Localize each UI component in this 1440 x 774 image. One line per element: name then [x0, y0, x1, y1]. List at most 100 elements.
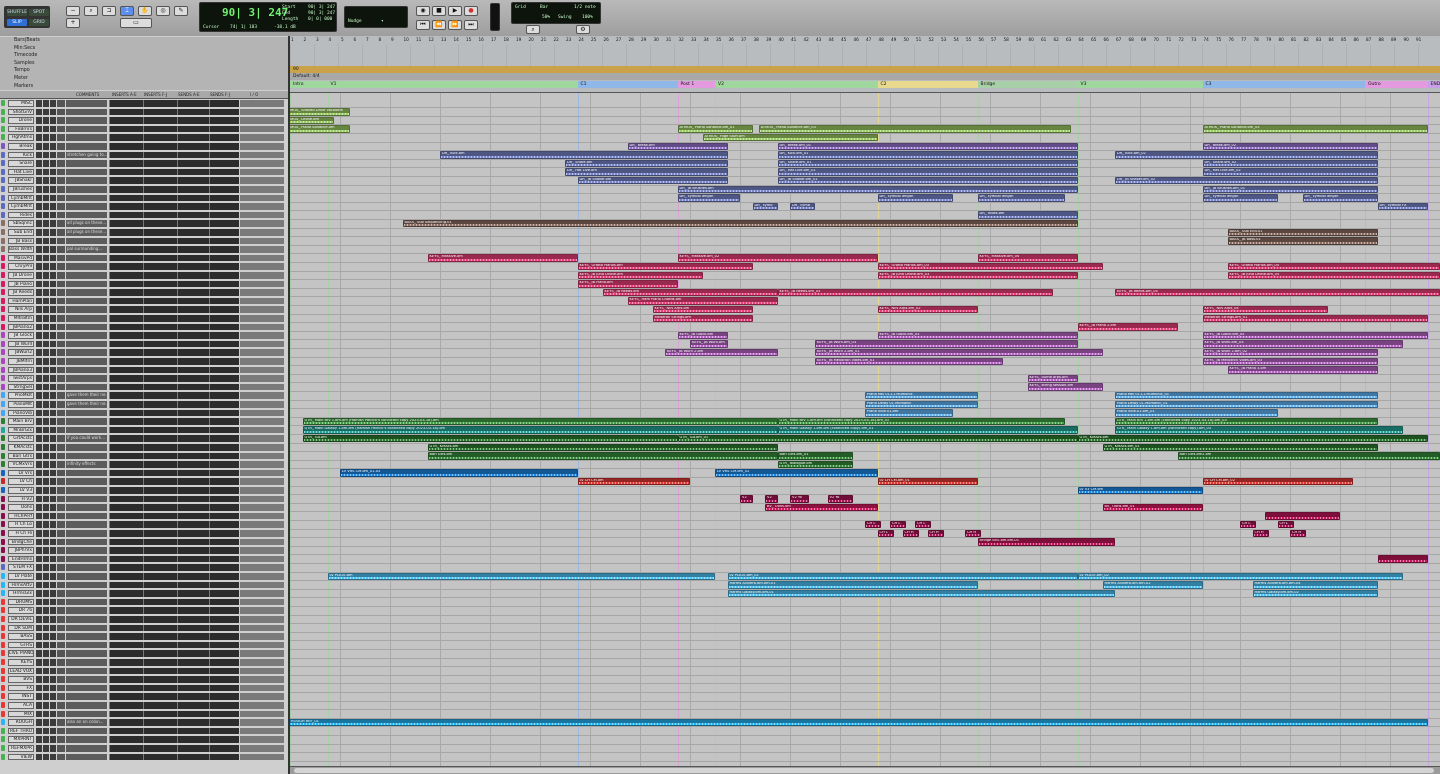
online-button[interactable]: ◉ [416, 6, 430, 16]
audio-clip[interactable]: Piano Vibe.01.om_01 [1115, 409, 1278, 417]
audio-clip[interactable]: Piano Vibe.01.om [865, 409, 953, 417]
audio-clip[interactable]: KEYS_ JB Reeds.om_05 [1115, 288, 1440, 297]
track-record-button[interactable] [36, 263, 42, 270]
track-header-row[interactable]: BASS [0, 632, 288, 641]
sends-a-e[interactable] [177, 504, 209, 511]
track-view-selector[interactable] [57, 573, 65, 580]
track-comment[interactable]: gave them their ne... [66, 392, 107, 399]
track-header-row[interactable]: JB WurlI [0, 340, 288, 349]
audio-clip[interactable]: BASS_ JB Bass.01 [1227, 237, 1378, 245]
track-comment[interactable] [66, 624, 107, 632]
track-header-row[interactable]: REFMXPR [0, 744, 288, 753]
audio-clip[interactable]: GTR_ KMAcs.om_01 [1102, 443, 1378, 451]
inserts-f-j[interactable] [143, 650, 177, 657]
sends-f-j[interactable] [209, 366, 239, 374]
track-solo-button[interactable] [43, 254, 49, 262]
track-header-row[interactable]: FxBrnrs [0, 125, 288, 134]
sends-f-j[interactable] [209, 641, 239, 649]
track-name[interactable]: Mltn8tm [8, 315, 34, 322]
inserts-a-e[interactable] [109, 607, 143, 614]
inserts-a-e[interactable] [109, 538, 143, 546]
audio-clip[interactable]: Bridge BVS.om.om-01 [977, 538, 1115, 546]
swing-value[interactable]: 100% [582, 15, 593, 20]
track-name[interactable]: LV Plate [8, 573, 34, 580]
track-view-selector[interactable] [57, 555, 65, 563]
track-io[interactable] [240, 211, 284, 219]
track-view-selector[interactable] [57, 108, 65, 116]
inserts-f-j[interactable] [143, 555, 177, 563]
audio-clip[interactable]: DR_ JB Brushes.om [677, 185, 1078, 193]
sends-f-j[interactable] [209, 246, 239, 253]
audio-clip[interactable]: DR_ Snare.om_02 [1202, 159, 1378, 168]
audio-clip[interactable]: V2 Yo [827, 495, 853, 503]
track-io[interactable] [240, 383, 284, 391]
audio-clip[interactable]: KEYS_ Massive.om_04 [977, 254, 1078, 262]
track-record-button[interactable] [36, 168, 42, 176]
track-name[interactable]: MIX [8, 710, 34, 718]
inserts-a-e[interactable] [109, 409, 143, 417]
track-solo-button[interactable] [43, 504, 49, 511]
track-record-button[interactable] [36, 375, 42, 382]
audio-clip[interactable]: DR_ Kick.om_02 [1115, 151, 1378, 159]
track-solo-button[interactable] [43, 633, 49, 640]
nudge-value[interactable]: ▾ [381, 19, 384, 24]
track-name[interactable]: DR 76 [8, 607, 34, 614]
go-to-end-button[interactable]: ⏭ [464, 20, 478, 30]
track-solo-button[interactable] [43, 151, 49, 159]
track-record-button[interactable] [36, 512, 42, 520]
inserts-f-j[interactable] [143, 745, 177, 752]
track-header-row[interactable]: DR SUM [0, 624, 288, 633]
audio-clip[interactable]: DR_ cymb [790, 202, 815, 211]
track-comment[interactable] [66, 203, 107, 210]
track-comment[interactable] [66, 581, 107, 589]
track-record-button[interactable] [36, 710, 42, 718]
inserts-a-e[interactable] [109, 383, 143, 391]
track-view-selector[interactable] [57, 375, 65, 382]
audio-clip[interactable]: DR_ Kick.om_01 [777, 151, 1078, 159]
track-name[interactable]: HrmsGlx [8, 590, 34, 597]
track-io[interactable] [240, 194, 284, 202]
track-view-selector[interactable] [57, 452, 65, 460]
audio-clip[interactable]: DR_ cymbal length [1302, 194, 1378, 202]
grid-value[interactable]: 1/2 note [574, 5, 596, 10]
inserts-f-j[interactable] [143, 487, 177, 494]
audio-clip[interactable]: KEYS_ Nils Arps_04 [1202, 306, 1328, 314]
track-name[interactable]: Break [8, 143, 34, 150]
length-value[interactable]: 0| 0| 000 [308, 17, 332, 22]
track-solo-button[interactable] [43, 280, 49, 288]
track-view-selector[interactable] [57, 581, 65, 589]
track-comment[interactable] [66, 349, 107, 356]
track-record-button[interactable] [36, 306, 42, 313]
inserts-f-j[interactable] [143, 306, 177, 313]
track-name[interactable]: JB Drone [8, 272, 34, 279]
track-solo-button[interactable] [43, 340, 49, 348]
track-header-row[interactable]: Drone [0, 116, 288, 125]
inserts-a-e[interactable] [109, 555, 143, 563]
track-record-button[interactable] [36, 745, 42, 752]
track-view-selector[interactable] [57, 220, 65, 227]
track-io[interactable] [240, 117, 284, 124]
track-record-button[interactable] [36, 117, 42, 124]
track-io[interactable] [240, 392, 284, 399]
track-view-selector[interactable] [57, 495, 65, 503]
ruler-markers[interactable]: Markers [14, 83, 33, 91]
audio-clip[interactable]: DR_ JB Shaker.om_01 [777, 177, 1078, 185]
track-mute-button[interactable] [50, 702, 56, 709]
track-solo-button[interactable] [43, 719, 49, 726]
track-name[interactable]: DRUMS [8, 598, 34, 606]
track-view-selector[interactable] [57, 134, 65, 141]
inserts-f-j[interactable] [143, 401, 177, 408]
track-comment[interactable] [66, 211, 107, 219]
track-io[interactable] [240, 512, 284, 520]
track-comment[interactable] [66, 125, 107, 133]
inserts-a-e[interactable] [109, 100, 143, 107]
inserts-a-e[interactable] [109, 108, 143, 116]
track-header-row[interactable]: FX [0, 684, 288, 693]
inserts-a-e[interactable] [109, 641, 143, 649]
track-mute-button[interactable] [50, 461, 56, 468]
tempo-ruler[interactable]: 90 [290, 66, 1440, 73]
markers-ruler[interactable]: Intro V1 C1 Post 1 V2 C2 Bridge V3 C3 Outro END [290, 81, 1440, 88]
track-header-row[interactable]: PianoMlt gave them their ne... [0, 400, 288, 409]
track-comment[interactable] [66, 590, 107, 597]
track-mute-button[interactable] [50, 555, 56, 563]
